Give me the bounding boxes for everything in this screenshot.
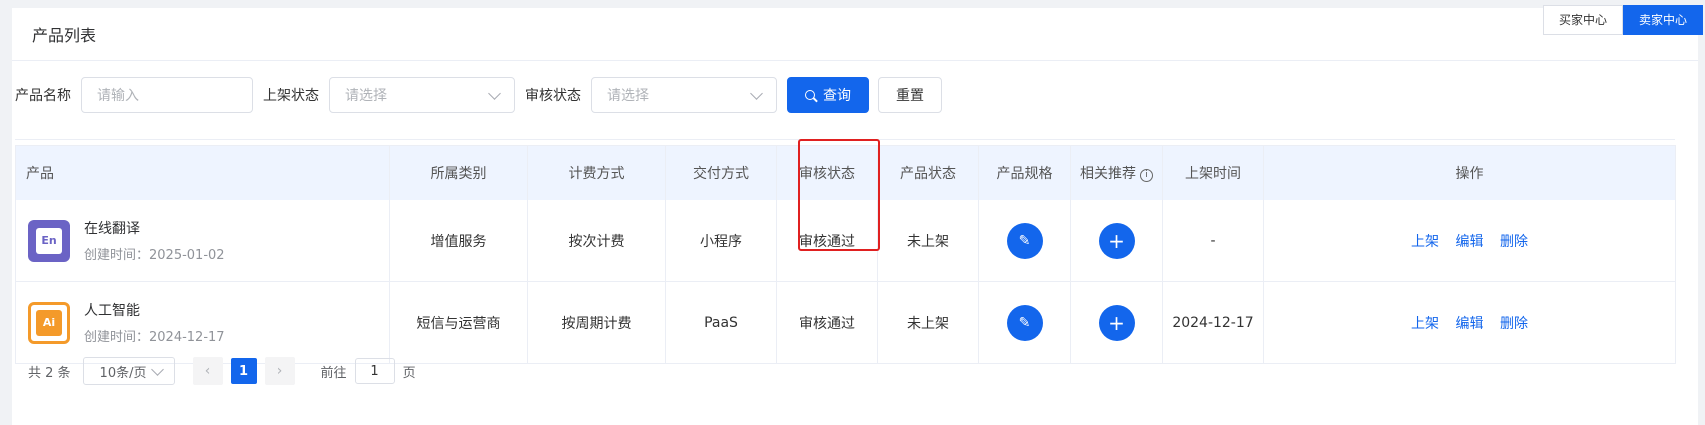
- delete-link[interactable]: 删除: [1500, 234, 1528, 250]
- chevron-down-icon: [750, 86, 763, 100]
- search-icon: [805, 90, 815, 100]
- seller-center-tab[interactable]: 卖家中心: [1622, 5, 1703, 35]
- page-size-select[interactable]: 10条/页: [82, 357, 175, 385]
- billing-cell: 按次计费: [527, 200, 666, 282]
- chevron-down-icon: [150, 362, 164, 376]
- add-recommend-button[interactable]: +: [1098, 222, 1135, 259]
- shelf-status-label: 上架状态: [263, 88, 319, 104]
- table-header: 产品 所属类别 计费方式 交付方式 审核状态 产品状态 产品规格 相关推荐 i 上…: [15, 145, 1676, 200]
- col-audit-status: 审核状态: [776, 145, 878, 200]
- product-name-label: 产品名称: [15, 88, 71, 104]
- table-row: En 在线翻译 创建时间：2025-01-02 增值服务 按次计费 小程序 审核…: [15, 200, 1676, 282]
- ai-app-icon: Ai: [28, 301, 70, 344]
- product-cell: Ai 人工智能 创建时间：2024-12-17: [15, 281, 390, 364]
- next-page-button[interactable]: ›: [264, 357, 295, 385]
- query-button[interactable]: 查询: [787, 77, 869, 113]
- product-created-time: 创建时间：2024-12-17: [84, 330, 225, 345]
- col-product: 产品: [15, 145, 390, 200]
- edit-link[interactable]: 编辑: [1456, 316, 1484, 332]
- divider: [15, 139, 1675, 140]
- audit-status-label: 审核状态: [525, 88, 581, 104]
- product-table: 产品 所属类别 计费方式 交付方式 审核状态 产品状态 产品规格 相关推荐 i 上…: [15, 145, 1676, 364]
- product-status-cell: 未上架: [877, 200, 979, 282]
- product-created-time: 创建时间：2025-01-02: [84, 248, 225, 263]
- audit-status-cell: 审核通过: [776, 200, 878, 282]
- goto-suffix: 页: [402, 365, 416, 381]
- billing-cell: 按周期计费: [527, 281, 666, 364]
- prev-page-button[interactable]: ‹: [192, 357, 223, 385]
- chevron-left-icon: ‹: [204, 363, 211, 379]
- col-billing: 计费方式: [527, 145, 666, 200]
- col-listed-time: 上架时间: [1162, 145, 1264, 200]
- card-title: 产品列表: [12, 8, 1698, 61]
- list-on-shelf-link[interactable]: 上架: [1411, 316, 1439, 332]
- page-number-current[interactable]: 1: [230, 358, 257, 384]
- recommend-cell: +: [1070, 200, 1163, 282]
- col-category: 所属类别: [389, 145, 528, 200]
- actions-cell: 上架 编辑 删除: [1263, 200, 1676, 282]
- shelf-status-select[interactable]: 请选择: [329, 77, 515, 113]
- product-cell: En 在线翻译 创建时间：2025-01-02: [15, 200, 390, 282]
- chevron-down-icon: [488, 86, 501, 100]
- list-on-shelf-link[interactable]: 上架: [1411, 234, 1439, 250]
- category-cell: 增值服务: [389, 200, 528, 282]
- spec-cell: ✎: [978, 200, 1071, 282]
- listed-time-cell: 2024-12-17: [1162, 281, 1264, 364]
- col-recommend: 相关推荐 i: [1070, 145, 1163, 200]
- reset-button[interactable]: 重置: [878, 77, 942, 113]
- product-name: 在线翻译: [84, 221, 140, 237]
- goto-page-input[interactable]: 1: [354, 358, 395, 384]
- col-actions: 操作: [1263, 145, 1676, 200]
- category-cell: 短信与运营商: [389, 281, 528, 364]
- col-delivery: 交付方式: [665, 145, 777, 200]
- product-name-input[interactable]: 请输入: [81, 77, 253, 113]
- product-status-cell: 未上架: [877, 281, 979, 364]
- delivery-cell: 小程序: [665, 200, 777, 282]
- goto-label: 前往: [320, 365, 347, 381]
- audit-status-cell: 审核通过: [776, 281, 878, 364]
- chevron-right-icon: ›: [276, 363, 283, 379]
- audit-status-select[interactable]: 请选择: [591, 77, 777, 113]
- filter-bar: 产品名称 请输入 上架状态 请选择 审核状态 请选择 查询 重置: [15, 75, 942, 115]
- edit-spec-button[interactable]: ✎: [1006, 304, 1043, 341]
- center-switch: 买家中心 卖家中心: [1542, 5, 1703, 35]
- edit-spec-button[interactable]: ✎: [1006, 222, 1043, 259]
- add-recommend-button[interactable]: +: [1098, 304, 1135, 341]
- buyer-center-tab[interactable]: 买家中心: [1542, 5, 1623, 35]
- product-name: 人工智能: [84, 303, 140, 319]
- total-count: 共 2 条: [28, 365, 71, 381]
- edit-link[interactable]: 编辑: [1456, 234, 1484, 250]
- table-row: Ai 人工智能 创建时间：2024-12-17 短信与运营商 按周期计费 Paa…: [15, 281, 1676, 364]
- col-spec: 产品规格: [978, 145, 1071, 200]
- actions-cell: 上架 编辑 删除: [1263, 281, 1676, 364]
- delivery-cell: PaaS: [665, 281, 777, 364]
- info-icon[interactable]: i: [1140, 169, 1153, 182]
- translate-app-icon: En: [28, 219, 70, 262]
- recommend-cell: +: [1070, 281, 1163, 364]
- spec-cell: ✎: [978, 281, 1071, 364]
- delete-link[interactable]: 删除: [1500, 316, 1528, 332]
- listed-time-cell: -: [1162, 200, 1264, 282]
- pagination: 共 2 条 10条/页 ‹ 1 › 前往 1 页: [28, 356, 416, 386]
- col-product-status: 产品状态: [877, 145, 979, 200]
